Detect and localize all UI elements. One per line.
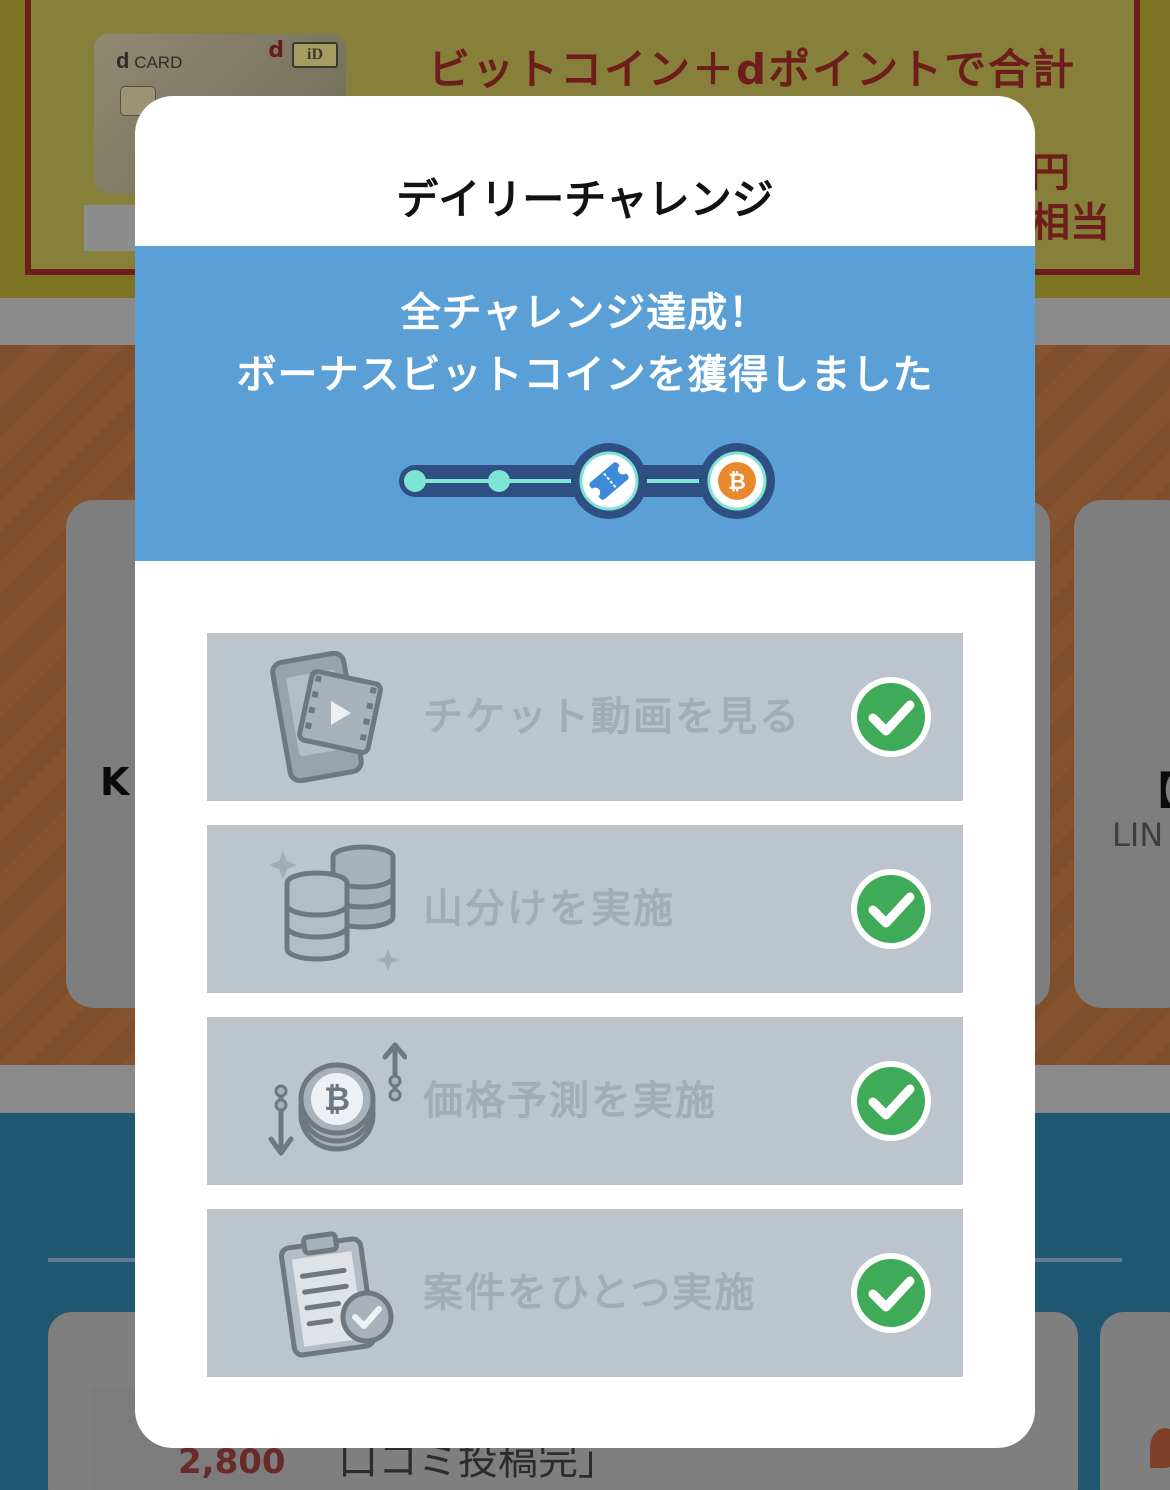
challenge-item-yamawake: 山分けを実施 bbox=[207, 825, 963, 993]
progress-step-2 bbox=[488, 470, 510, 492]
svg-text:₿: ₿ bbox=[728, 470, 746, 495]
tile-right-text: 【L bbox=[1136, 760, 1170, 815]
tile-right-sub: LIN bbox=[1112, 816, 1164, 854]
check-icon bbox=[851, 1253, 931, 1333]
completion-message: 全チャレンジ達成！ bbox=[400, 290, 770, 336]
check-icon bbox=[851, 1061, 931, 1141]
challenge-label: チケット動画を見る bbox=[423, 694, 801, 740]
card-id-logo: iD bbox=[292, 42, 338, 68]
video-tablet-icon bbox=[270, 651, 383, 783]
daily-challenge-modal: デイリーチャレンジ 全チャレンジ達成！ ボーナスビットコインを獲得しました ₿ … bbox=[135, 96, 1035, 1448]
completion-header: 全チャレンジ達成！ ボーナスビットコインを獲得しました ₿ bbox=[135, 246, 1035, 561]
challenge-label: 価格予測を実施 bbox=[423, 1078, 717, 1124]
challenge-label: 山分けを実施 bbox=[423, 886, 675, 932]
check-icon bbox=[851, 869, 931, 949]
svg-text:₿: ₿ bbox=[324, 1080, 350, 1118]
ticket-icon bbox=[571, 443, 647, 519]
clipboard-check-icon bbox=[278, 1231, 394, 1358]
banner-fragment-sou: 相当 bbox=[1030, 200, 1110, 246]
tile-left-text: K bbox=[100, 760, 130, 804]
check-icon bbox=[851, 677, 931, 757]
challenge-item-watch-video: チケット動画を見る bbox=[207, 633, 963, 801]
challenge-item-one-offer: 案件をひとつ実施 bbox=[207, 1209, 963, 1377]
bonus-message: ボーナスビットコインを獲得しました bbox=[236, 352, 934, 398]
campaign-tile-right bbox=[1074, 500, 1170, 1008]
card-brand: d CARD bbox=[116, 48, 183, 73]
price-prediction-icon: ₿ bbox=[268, 1042, 407, 1156]
challenge-progress: ₿ bbox=[399, 443, 775, 519]
coin-stacks-icon bbox=[269, 844, 399, 971]
banner-headline: ビットコイン＋dポイントで合計 bbox=[428, 45, 1077, 94]
modal-title: デイリーチャレンジ bbox=[396, 175, 774, 224]
challenge-item-price-prediction: ₿ 価格予測を実施 bbox=[207, 1017, 963, 1185]
progress-step-1 bbox=[404, 470, 426, 492]
map-pin-icon bbox=[1150, 1428, 1170, 1468]
challenge-label: 案件をひとつ実施 bbox=[423, 1270, 757, 1316]
offer-thumbnail-price: 2,800 bbox=[178, 1442, 286, 1482]
bitcoin-icon: ₿ bbox=[699, 443, 775, 519]
card-d-logo: d bbox=[268, 38, 284, 63]
